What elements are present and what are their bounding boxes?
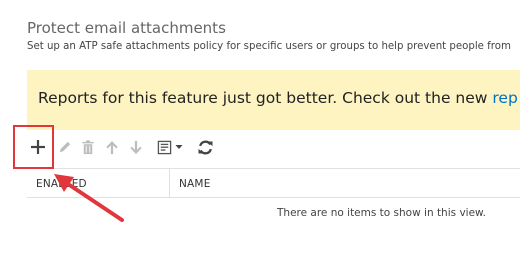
column-divider <box>169 169 170 197</box>
export-dropdown-button[interactable] <box>155 133 185 161</box>
chevron-down-icon <box>175 145 183 149</box>
refresh-button[interactable] <box>194 133 216 161</box>
empty-state-message: There are no items to show in this view. <box>277 207 486 219</box>
banner-link[interactable]: rep <box>492 89 517 107</box>
column-header-name[interactable]: NAME <box>179 178 211 190</box>
export-icon <box>157 140 172 154</box>
refresh-icon <box>197 140 213 154</box>
annotation-arrow <box>54 174 124 222</box>
